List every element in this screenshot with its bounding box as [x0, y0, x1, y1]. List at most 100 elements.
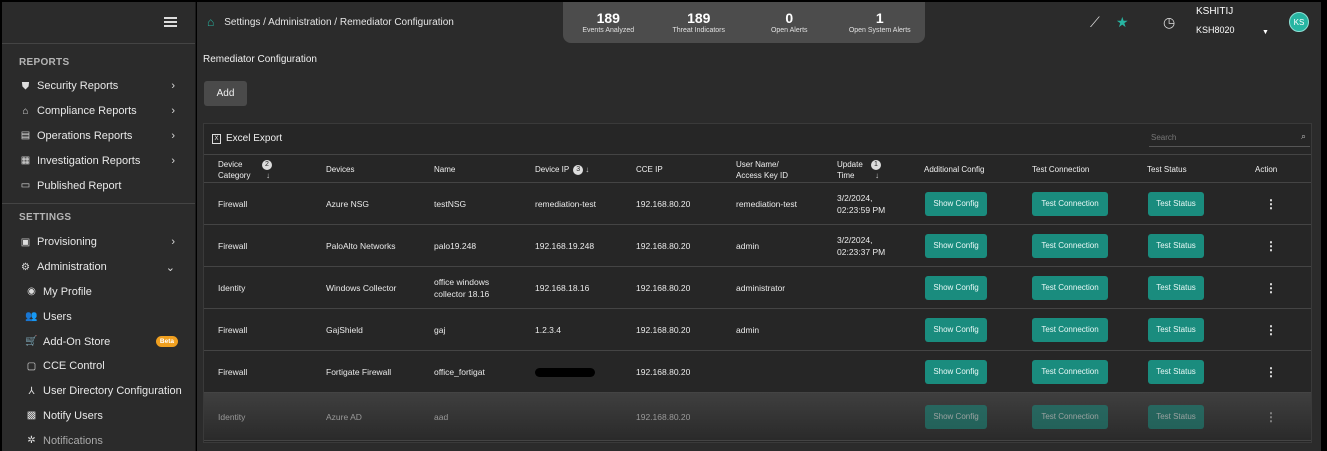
table-row[interactable]: Firewall Fortigate Firewall office_forti… — [204, 351, 1311, 393]
page-title: Remediator Configuration — [203, 54, 317, 65]
table-row[interactable]: Identity Azure AD aad 192.168.80.20 Show… — [204, 393, 1311, 441]
sidebar-item-my-profile[interactable]: ◉ My Profile — [2, 280, 195, 305]
more-actions-icon[interactable]: ⋮ — [1265, 309, 1277, 351]
sidebar-item-label: Compliance Reports — [37, 105, 137, 118]
col-device-ip[interactable]: Device IP 3 ↓ — [535, 155, 589, 184]
sidebar-item-compliance-reports[interactable]: ⌂ Compliance Reports › — [2, 99, 195, 124]
excel-export-button[interactable]: X Excel Export — [212, 133, 282, 144]
clock-icon[interactable]: ◷ — [1163, 14, 1175, 31]
more-actions-icon[interactable]: ⋮ — [1265, 267, 1277, 309]
test-status-button[interactable]: Test Status — [1148, 318, 1204, 342]
update-date: 3/2/2024, — [837, 235, 873, 245]
excel-icon: X — [212, 133, 221, 144]
sidebar-item-notifications[interactable]: ✲ Notifications — [2, 428, 195, 451]
show-config-button[interactable]: Show Config — [925, 234, 987, 258]
cell-name: gaj — [434, 325, 446, 335]
sidebar-item-published-report[interactable]: ▭ Published Report — [2, 173, 195, 198]
sidebar-item-user-directory[interactable]: ⅄ User Directory Configuration — [2, 379, 195, 404]
cell-cce-ip: 192.168.80.20 — [636, 199, 691, 209]
test-status-button[interactable]: Test Status — [1148, 234, 1204, 258]
show-config-button[interactable]: Show Config — [925, 405, 987, 429]
chevron-down-icon: ⌄ — [165, 261, 175, 274]
sidebar-item-notify-users[interactable]: ▩ Notify Users — [2, 404, 195, 429]
add-button[interactable]: Add — [204, 81, 247, 106]
test-connection-button[interactable]: Test Connection — [1032, 360, 1108, 384]
sidebar-item-add-on-store[interactable]: 🛒 Add-On Store Beta — [2, 329, 195, 354]
column-label: Device IP — [535, 165, 570, 174]
col-test-connection[interactable]: Test Connection — [1032, 155, 1089, 184]
sidebar-item-users[interactable]: 👥 Users — [2, 304, 195, 329]
sidebar-item-provisioning[interactable]: ▣ Provisioning › — [2, 230, 195, 255]
cell-device: GajShield — [326, 325, 363, 335]
search-icon[interactable]: ⌕ — [1301, 131, 1306, 142]
administration-icon: ⚙ — [21, 261, 30, 273]
test-status-button[interactable]: Test Status — [1148, 192, 1204, 216]
caret-down-icon[interactable]: ▼ — [1262, 29, 1269, 36]
test-connection-button[interactable]: Test Connection — [1032, 192, 1108, 216]
cell-device-ip: 1.2.3.4 — [535, 325, 561, 335]
more-actions-icon[interactable]: ⋮ — [1265, 393, 1277, 441]
test-status-button[interactable]: Test Status — [1148, 405, 1204, 429]
col-test-status[interactable]: Test Status — [1147, 155, 1187, 184]
chevron-right-icon: › — [171, 105, 175, 118]
col-cce-ip[interactable]: CCE IP — [636, 155, 663, 184]
test-connection-button[interactable]: Test Connection — [1032, 318, 1108, 342]
test-connection-button[interactable]: Test Connection — [1032, 276, 1108, 300]
redaction-mark — [535, 367, 595, 377]
user-code[interactable]: KSH8020 — [1196, 25, 1235, 35]
cell-user: admin — [736, 325, 760, 335]
user-name[interactable]: KSHITIJ — [1196, 6, 1233, 17]
test-connection-button[interactable]: Test Connection — [1032, 234, 1108, 258]
home-icon[interactable]: ⌂ — [207, 15, 214, 29]
sidebar-item-administration[interactable]: ⚙ Administration ⌄ — [2, 255, 195, 280]
avatar[interactable]: KS — [1289, 12, 1309, 32]
sidebar-item-security-reports[interactable]: ⛊ Security Reports › — [2, 74, 195, 99]
col-update-time[interactable]: Update Time 1 ↓ — [837, 155, 917, 184]
table-row[interactable]: Firewall Azure NSG testNSG remediation-t… — [204, 183, 1311, 225]
show-config-button[interactable]: Show Config — [925, 192, 987, 216]
more-actions-icon[interactable]: ⋮ — [1265, 351, 1277, 393]
stat-open-system-alerts[interactable]: 1 Open System Alerts — [835, 11, 926, 34]
test-connection-button[interactable]: Test Connection — [1032, 405, 1108, 429]
update-date: 3/2/2024, — [837, 193, 873, 203]
table-row[interactable]: Firewall GajShield gaj 1.2.3.4 192.168.8… — [204, 309, 1311, 351]
col-user-name[interactable]: User Name/ Access Key ID — [736, 155, 804, 184]
trend-icon[interactable]: ⟋ — [1090, 14, 1100, 31]
column-label: Update Time — [837, 159, 863, 180]
cell-update-time: 3/2/2024, 02:23:59 PM — [837, 183, 885, 225]
more-actions-icon[interactable]: ⋮ — [1265, 225, 1277, 267]
col-name[interactable]: Name — [434, 155, 455, 184]
sidebar-item-investigation-reports[interactable]: ▦ Investigation Reports › — [2, 148, 195, 173]
star-icon[interactable]: ★ — [1116, 14, 1129, 31]
bell-icon: ✲ — [27, 435, 36, 447]
col-devices[interactable]: Devices — [326, 155, 354, 184]
sidebar: REPORTS ⛊ Security Reports › ⌂ Complianc… — [2, 2, 196, 451]
test-status-button[interactable]: Test Status — [1148, 360, 1204, 384]
show-config-button[interactable]: Show Config — [925, 318, 987, 342]
stat-events-analyzed[interactable]: 189 Events Analyzed — [563, 11, 654, 34]
col-additional-config[interactable]: Additional Config — [924, 155, 984, 184]
sidebar-item-operations-reports[interactable]: ▤ Operations Reports › — [2, 124, 195, 149]
chevron-right-icon: › — [171, 129, 175, 142]
sidebar-item-label: Users — [43, 310, 72, 323]
test-status-button[interactable]: Test Status — [1148, 276, 1204, 300]
sidebar-item-cce-control[interactable]: ▢ CCE Control — [2, 354, 195, 379]
show-config-button[interactable]: Show Config — [925, 276, 987, 300]
cell-device: Windows Collector — [326, 283, 397, 293]
more-actions-icon[interactable]: ⋮ — [1265, 183, 1277, 225]
hamburger-menu-icon[interactable] — [164, 17, 177, 27]
stat-open-alerts[interactable]: 0 Open Alerts — [744, 11, 835, 34]
cell-cce-ip: 192.168.80.20 — [636, 325, 691, 335]
table-row[interactable]: Firewall PaloAlto Networks palo19.248 19… — [204, 225, 1311, 267]
cell-category: Firewall — [218, 241, 248, 251]
search-input[interactable] — [1149, 128, 1289, 147]
show-config-button[interactable]: Show Config — [925, 360, 987, 384]
cell-device-ip-redacted — [535, 351, 595, 393]
sidebar-item-label: User Directory Configuration — [43, 385, 182, 398]
sidebar-item-label: Investigation Reports — [37, 154, 141, 167]
col-device-category[interactable]: Device Category 2 ↓ — [218, 155, 298, 184]
table-row[interactable]: Identity Windows Collector office window… — [204, 267, 1311, 309]
stat-label: Open System Alerts — [848, 27, 911, 34]
cell-category: Identity — [218, 412, 246, 422]
stat-threat-indicators[interactable]: 189 Threat Indicators — [654, 11, 745, 34]
